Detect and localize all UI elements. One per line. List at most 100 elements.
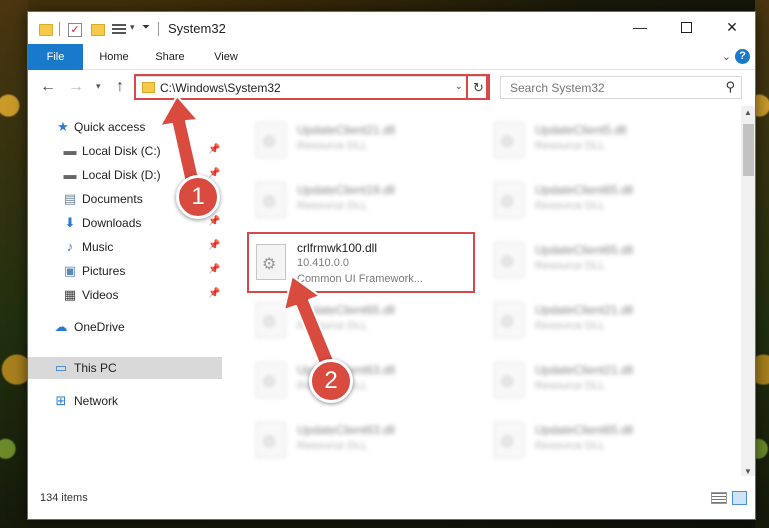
file-item[interactable]: UpdateClient21.dll Resource DLL (248, 118, 478, 166)
properties-icon[interactable] (112, 22, 126, 36)
folder-icon (142, 82, 155, 93)
sidebar-item-label: Local Disk (D:) (82, 168, 161, 182)
file-item[interactable]: UpdateClient65.dll Resource DLL (486, 238, 716, 286)
music-icon: ♪ (66, 239, 74, 254)
pin-icon[interactable]: 📌 (208, 144, 220, 155)
folder-icon[interactable] (39, 24, 53, 36)
file-description: Resource DLL (297, 440, 368, 452)
tab-home[interactable]: Home (90, 44, 138, 70)
file-name: crlfrmwk100.dll (297, 241, 378, 255)
file-item[interactable]: UpdateClient21.dll Resource DLL (486, 298, 716, 346)
file-description: Resource DLL (297, 200, 368, 212)
scrollbar-thumb[interactable] (743, 124, 754, 176)
maximize-icon (680, 21, 692, 33)
drive-icon: ▬ (63, 143, 77, 158)
up-arrow-icon[interactable]: ↑ (116, 78, 124, 96)
network-icon: ⊞ (55, 393, 67, 408)
help-icon[interactable]: ? (735, 49, 750, 64)
toolbar-divider (59, 22, 60, 36)
file-item[interactable]: UpdateClient5.dll Resource DLL (486, 118, 716, 166)
pictures-icon: ▣ (63, 263, 77, 278)
dll-file-icon (256, 302, 286, 338)
refresh-icon[interactable]: ↻ (467, 77, 489, 98)
sidebar-item-label: Downloads (82, 216, 142, 230)
pin-icon[interactable]: 📌 (208, 240, 220, 251)
search-input[interactable]: Search System32 ⚲ (500, 76, 742, 99)
file-description: Resource DLL (535, 440, 606, 452)
file-description: Resource DLL (535, 200, 606, 212)
file-item[interactable]: UpdateClient63.dll Resource DLL (248, 418, 478, 466)
dll-file-icon (494, 302, 524, 338)
tab-view[interactable]: View (204, 44, 248, 70)
dll-file-icon (494, 182, 524, 218)
pin-icon[interactable]: 📌 (208, 264, 220, 275)
sidebar-item-music[interactable]: ♪ Music 📌 (28, 236, 222, 258)
chevron-down-icon[interactable]: ▾ (130, 22, 135, 40)
sidebar-item-network[interactable]: ⊞ Network (28, 390, 222, 412)
dll-file-icon (256, 182, 286, 218)
back-arrow-icon[interactable]: ← (40, 78, 56, 96)
file-item[interactable]: UpdateClient65.dll Resource DLL (486, 418, 716, 466)
minimize-button[interactable]: ― (617, 12, 663, 42)
forward-arrow-icon[interactable]: → (68, 78, 84, 96)
cloud-icon: ☁ (54, 319, 68, 334)
file-name: UpdateClient65.dll (535, 183, 634, 197)
file-item[interactable]: UpdateClient19.dll Resource DLL (248, 178, 478, 226)
item-count: 134 items (40, 492, 88, 504)
sidebar-item-videos[interactable]: ▦ Videos 📌 (28, 284, 222, 306)
window-title: System32 (168, 21, 226, 36)
pin-icon[interactable]: 📌 (208, 288, 220, 299)
scroll-down-icon[interactable]: ▼ (744, 467, 752, 476)
file-description: Resource DLL (297, 320, 368, 332)
pin-icon[interactable]: 📌 (208, 168, 220, 179)
file-name: UpdateClient5.dll (535, 123, 627, 137)
sidebar-item-pictures[interactable]: ▣ Pictures 📌 (28, 260, 222, 282)
sidebar-item-label: Network (74, 394, 119, 408)
close-button[interactable]: ✕ (709, 12, 755, 42)
address-path[interactable]: C:\Windows\System32 (160, 81, 281, 95)
sidebar-item-this-pc[interactable]: ▭ This PC (28, 357, 222, 379)
vertical-scrollbar[interactable]: ▲ ▼ (741, 106, 755, 478)
navigation-bar: ← → ▾ ↑ C:\Windows\System32 ⌄ ↻ Search S… (28, 70, 755, 106)
recent-locations-icon[interactable]: ▾ (96, 81, 101, 92)
address-bar[interactable]: C:\Windows\System32 ⌄ ↻ (135, 76, 490, 99)
dll-file-icon (256, 122, 286, 158)
customize-toolbar-icon[interactable]: ⏷ (142, 22, 150, 40)
pin-icon[interactable]: 📌 (208, 216, 220, 227)
file-item[interactable]: UpdateClient65.dll Resource DLL (486, 178, 716, 226)
search-icon[interactable]: ⚲ (725, 79, 735, 95)
file-name: UpdateClient21.dll (297, 123, 396, 137)
chevron-down-icon[interactable]: ⌄ (455, 81, 463, 92)
tab-share[interactable]: Share (146, 44, 194, 70)
new-folder-icon[interactable] (91, 24, 105, 36)
details-view-icon[interactable] (711, 492, 727, 504)
file-description: Resource DLL (535, 260, 606, 272)
tab-file[interactable]: File (28, 44, 83, 70)
sidebar-item-label: Quick access (74, 120, 146, 134)
sidebar-item-quick-access[interactable]: ★ Quick access (28, 116, 222, 138)
dll-file-icon (494, 242, 524, 278)
properties-check-icon[interactable]: ✓ (68, 23, 82, 37)
file-item[interactable]: UpdateClient21.dll Resource DLL (486, 358, 716, 406)
dll-file-icon (494, 122, 524, 158)
file-description: Resource DLL (535, 380, 606, 392)
file-item[interactable]: UpdateClient63.dll Resource DLL (248, 358, 478, 406)
sidebar-item-local-disk-c[interactable]: ▬ Local Disk (C:) 📌 (28, 140, 222, 162)
sidebar-item-label: Local Disk (C:) (82, 144, 161, 158)
file-list: UpdateClient21.dll Resource DLL UpdateCl… (223, 106, 741, 478)
file-item[interactable]: UpdateClient65.dll Resource DLL (248, 298, 478, 346)
drive-icon: ▬ (63, 167, 77, 182)
title-bar: ✓ ▾ ⏷ System32 ― ✕ (28, 12, 755, 44)
file-name: UpdateClient65.dll (297, 303, 396, 317)
file-item-focused[interactable]: crlfrmwk100.dll 10.410.0.0 Common UI Fra… (248, 236, 478, 296)
file-name: UpdateClient63.dll (297, 423, 396, 437)
scroll-up-icon[interactable]: ▲ (744, 108, 752, 117)
expand-ribbon-icon[interactable]: ⌄ (722, 50, 731, 63)
sidebar-item-label: This PC (74, 361, 117, 375)
sidebar-item-onedrive[interactable]: ☁ OneDrive (28, 316, 222, 338)
dll-file-icon (256, 422, 286, 458)
sidebar-item-label: Videos (82, 288, 119, 302)
maximize-button[interactable] (663, 12, 709, 42)
dll-file-icon (494, 422, 524, 458)
large-icons-view-icon[interactable] (732, 491, 747, 505)
